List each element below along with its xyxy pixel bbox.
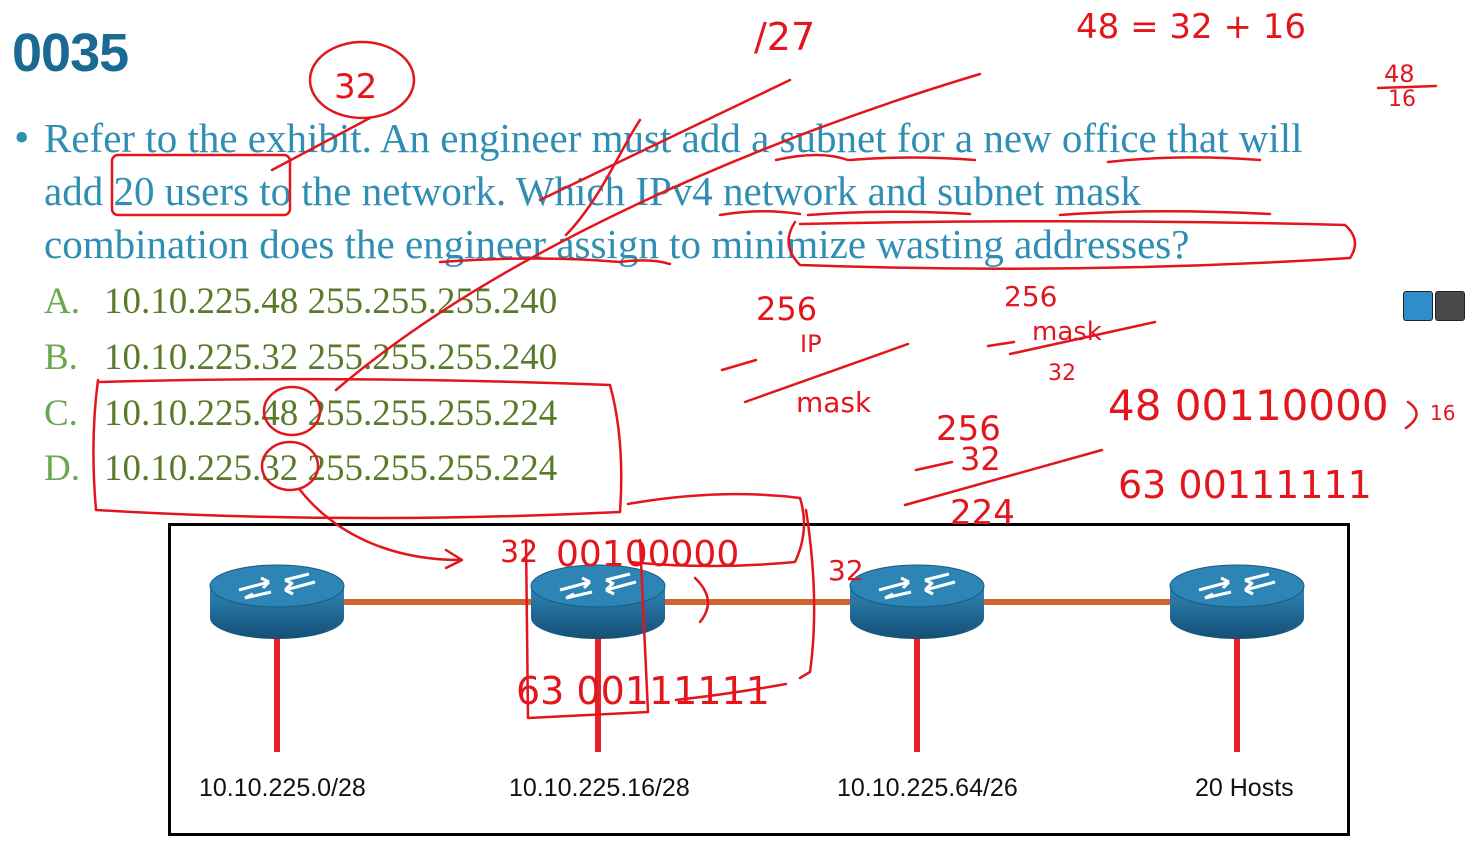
- option-letter: B.: [44, 337, 78, 378]
- router-icon: [849, 564, 985, 639]
- option-text: 10.10.225.48 255.255.255.224: [104, 393, 558, 434]
- network-label-1: 10.10.225.0/28: [199, 774, 366, 802]
- note-ip: IP: [800, 330, 822, 358]
- pen-toolbar: [1403, 291, 1478, 321]
- option-text: 10.10.225.32 255.255.255.224: [104, 448, 558, 489]
- network-label-2: 10.10.225.16/28: [509, 774, 690, 802]
- option-b[interactable]: B. 10.10.225.32 255.255.255.240: [44, 336, 557, 379]
- note-16-small: 16: [1388, 87, 1416, 112]
- option-text: 10.10.225.48 255.255.255.240: [104, 281, 558, 322]
- option-letter: D.: [44, 448, 80, 489]
- minus-sign: [720, 358, 758, 372]
- option-letter: A.: [44, 281, 80, 322]
- option-text: 10.10.225.32 255.255.255.240: [104, 337, 558, 378]
- note-mask: mask: [796, 386, 872, 419]
- divider-stroke: [903, 448, 1104, 507]
- question-line-2: add 20 users to the network. Which IPv4 …: [44, 168, 1141, 214]
- note-32: 32: [334, 67, 377, 107]
- note-mark: mask: [1032, 317, 1102, 347]
- divider-stroke: [743, 342, 910, 404]
- question-text: Refer to the exhibit. An engineer must a…: [44, 112, 1474, 271]
- note-48: 48: [1384, 60, 1415, 88]
- eraser-tool-icon[interactable]: [1435, 291, 1465, 321]
- router-icon: [1169, 564, 1305, 639]
- note-16: 16: [1430, 401, 1455, 425]
- divider-stroke: [1008, 320, 1157, 356]
- option-letter: C.: [44, 393, 78, 434]
- option-a[interactable]: A. 10.10.225.48 255.255.255.240: [44, 280, 557, 323]
- note-48-eq: 48 = 32 + 16: [1076, 7, 1306, 47]
- option-d[interactable]: D. 10.10.225.32 255.255.255.224: [44, 447, 557, 490]
- router-icon: [209, 564, 345, 639]
- note-32-b: 32: [1048, 361, 1076, 386]
- question-line-3: combination does the engineer assign to …: [44, 221, 1190, 267]
- network-exhibit: 10.10.225.0/28 10.10.225.16/28 10.10.225…: [168, 523, 1350, 836]
- question-line-1: Refer to the exhibit. An engineer must a…: [44, 115, 1303, 161]
- network-label-3: 10.10.225.64/26: [837, 774, 1018, 802]
- minus-sign: [914, 460, 954, 472]
- note-256-c: 256: [936, 409, 1001, 449]
- brace-stroke: [1404, 400, 1418, 430]
- note-127: /27: [754, 15, 815, 59]
- option-c[interactable]: C. 10.10.225.48 255.255.255.224: [44, 392, 557, 435]
- bullet-marker: •: [14, 113, 30, 162]
- note-binary-63: 63 00111111: [1118, 463, 1372, 507]
- circle-32: [308, 40, 416, 120]
- note-256-b: 256: [1004, 280, 1057, 313]
- network-label-4: 20 Hosts: [1195, 774, 1294, 802]
- note-32-c: 32: [960, 440, 1001, 478]
- underline-stroke: [1376, 84, 1438, 90]
- pen-tool-icon[interactable]: [1403, 291, 1433, 321]
- note-256-a: 256: [756, 290, 817, 328]
- router-icon: [530, 564, 666, 639]
- slide-title: 0035: [12, 23, 129, 83]
- minus-sign: [986, 340, 1016, 348]
- note-binary-48: 48 00110000: [1108, 381, 1389, 430]
